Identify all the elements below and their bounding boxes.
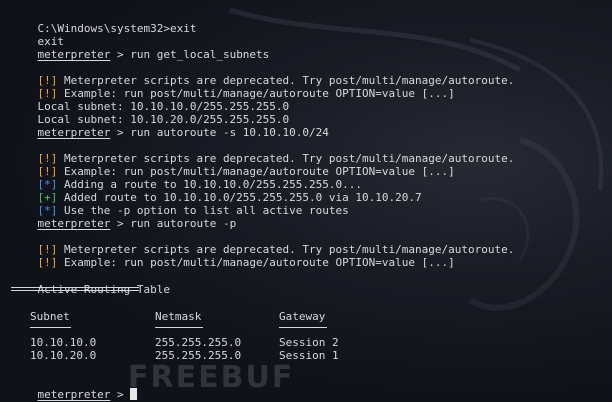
column-underline — [155, 327, 203, 328]
prompt-line: meterpreter > run autoroute -p — [11, 204, 237, 230]
column-header-netmask: Netmask — [155, 310, 202, 323]
warning-line: [!] Example: run post/multi/manage/autor… — [11, 152, 455, 178]
column-underline — [30, 327, 71, 328]
freebuf-watermark: FREEBUF — [128, 360, 295, 395]
column-header-gateway: Gateway — [279, 310, 326, 323]
active-prompt-line[interactable]: meterpreter > — [11, 375, 138, 401]
info-line: [*] Use the -p option to list all active… — [11, 191, 349, 217]
table-cell-gateway: Session 2 — [279, 336, 339, 349]
warning-tag: [!] — [37, 256, 58, 269]
output-text: Example: run post/multi/manage/autoroute… — [57, 256, 455, 269]
routing-table-title: Active Routing Table — [11, 270, 170, 296]
command-text: > run autoroute -p — [110, 217, 237, 230]
column-underline — [279, 327, 327, 328]
command-text: > run get_local_subnets — [110, 48, 270, 61]
command-text: > run autoroute -s 10.10.10.0/24 — [110, 126, 329, 139]
prompt-line: meterpreter > run get_local_subnets — [11, 35, 270, 61]
prompt-label: meterpreter — [37, 48, 111, 61]
success-line: [+] Added route to 10.10.10.0/255.255.25… — [11, 178, 422, 204]
output-line: Local subnet: 10.10.10.0/255.255.255.0 — [11, 87, 290, 113]
warning-line: [!] Meterpreter scripts are deprecated. … — [11, 61, 515, 87]
warning-line: [!] Example: run post/multi/manage/autor… — [11, 243, 455, 269]
cmd-exit-line: C:\Windows\system32>exit — [11, 9, 197, 35]
title-double-rule-top — [11, 287, 139, 288]
terminal-window[interactable]: C:\Windows\system32>exit exit meterprete… — [0, 0, 612, 402]
warning-line: [!] Meterpreter scripts are deprecated. … — [11, 139, 515, 165]
prompt-label: meterpreter — [37, 126, 111, 139]
output-line: exit — [11, 22, 65, 48]
prompt-label: meterpreter — [37, 217, 111, 230]
table-cell-netmask: 255.255.255.0 — [155, 336, 242, 349]
title-double-rule-bottom — [11, 290, 139, 291]
column-header-subnet: Subnet — [30, 310, 70, 323]
info-line: [*] Adding a route to 10.10.10.0/255.255… — [11, 165, 363, 191]
table-cell-subnet: 10.10.20.0 — [30, 349, 97, 362]
warning-line: [!] Example: run post/multi/manage/autor… — [11, 74, 455, 100]
warning-line: [!] Meterpreter scripts are deprecated. … — [11, 230, 515, 256]
table-cell-subnet: 10.10.10.0 — [30, 336, 97, 349]
prompt-line: meterpreter > run autoroute -s 10.10.10.… — [11, 113, 329, 139]
prompt-label: meterpreter — [37, 388, 111, 401]
output-line: Local subnet: 10.10.20.0/255.255.255.0 — [11, 100, 290, 126]
